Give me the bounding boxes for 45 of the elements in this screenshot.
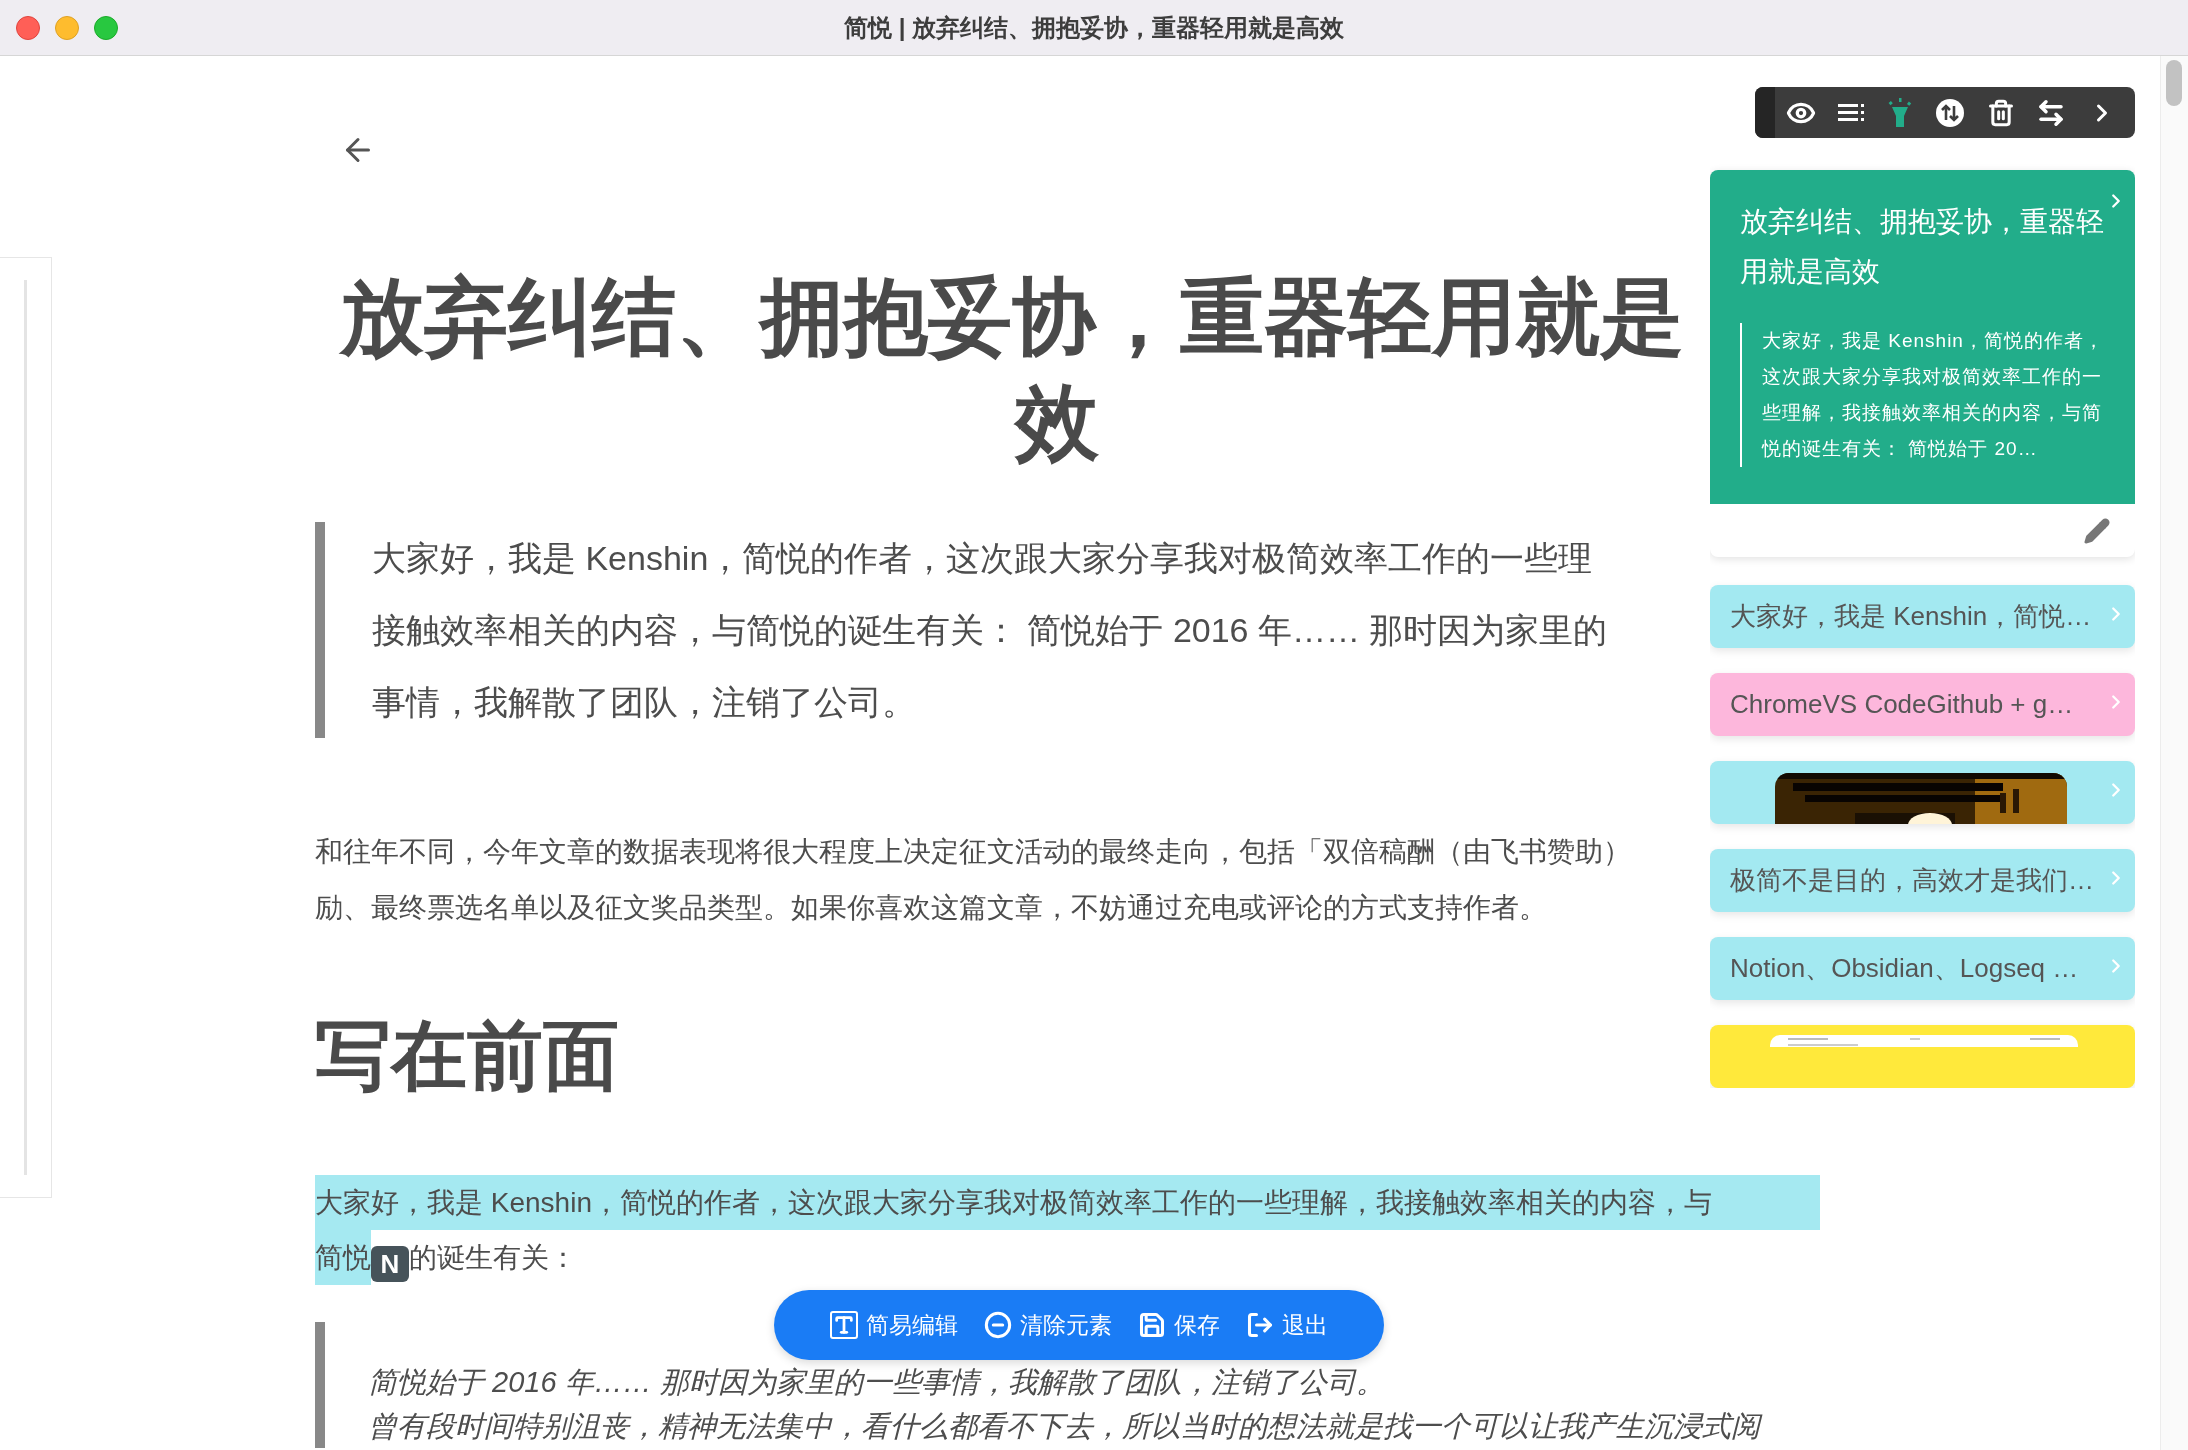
article-title: 效 (1015, 374, 1100, 471)
toolbar-button[interactable]: 清除元素 (984, 1307, 1112, 1343)
highlighted-text: 简悦 (315, 1230, 371, 1285)
note-badge[interactable]: N (371, 1245, 409, 1282)
toolbar-button[interactable]: 退出 (1246, 1307, 1328, 1343)
trash-icon[interactable] (1986, 98, 2015, 127)
flashlight-icon[interactable] (1887, 97, 1914, 128)
text-box-icon (830, 1311, 858, 1339)
up-down-arrows-icon[interactable] (1934, 97, 1965, 128)
quote-text: 简悦始于 2016 年…… 那时因为家里的一些事情，我解散了团队，注销了公司。 (368, 1365, 1386, 1400)
card-text: Notion、Obsidian、Logseq … (1730, 952, 2079, 985)
quote-text: 事情，我解散了团队，注销了公司。 (372, 682, 917, 723)
scrollbar-thumb[interactable] (2166, 60, 2182, 106)
toolbar-button[interactable]: 保存 (1138, 1307, 1220, 1343)
toolbar-handle[interactable] (1755, 87, 1775, 139)
minimize-window-control[interactable] (55, 16, 79, 40)
card-text: ChromeVS CodeGithub + g… (1730, 688, 2074, 721)
section-heading: 写在前面 (315, 1012, 620, 1100)
highlighted-text: 大家好，我是 Kenshin，简悦的作者，这次跟大家分享我对极简效率工作的一些理解，我接触效率相关的内容，与 (315, 1175, 1820, 1230)
exit-icon (1246, 1311, 1274, 1339)
highlight-card[interactable]: Notion、Obsidian、Logseq … (1710, 937, 2135, 1000)
highlight-card[interactable]: 大家好，我是 Kenshin，简悦… (1710, 585, 2135, 648)
paragraph-text: 和往年不同，今年文章的数据表现将很大程度上决定征文活动的最终走向，包括「双倍稿酬（由飞书赞助） (315, 835, 1631, 869)
paragraph-text: 励、最终票选名单以及征文奖品类型。如果你喜欢这篇文章，不妨通过充电或评论的方式支持作者。 (315, 891, 1547, 925)
scrollbar[interactable] (2160, 56, 2188, 1450)
card-title: 放弃纠结、拥抱妥协，重器轻用就是高效 (1740, 205, 2105, 290)
window-title: 简悦 | 放弃纠结、拥抱妥协，重器轻用就是高效 (843, 12, 1345, 43)
card-text: 极简不是目的，高效才是我们… (1730, 864, 2094, 897)
toolbar-button[interactable]: 简易编辑 (830, 1307, 958, 1343)
article-title: 放弃纠结、拥抱妥协，重器轻用就是 (338, 269, 1685, 366)
list-icon[interactable] (1837, 101, 1866, 124)
highlight-card[interactable] (1710, 761, 2135, 824)
quote-text: 大家好，我是 Kenshin，简悦的作者，这次跟大家分享我对极简效率工作的一些理 (372, 538, 1594, 579)
card-text: 大家好，我是 Kenshin，简悦… (1730, 600, 2092, 633)
save-icon (1138, 1311, 1166, 1339)
quote-text: 接触效率相关的内容，与简悦的诞生有关： 简悦始于 2016 年…… 那时因为家里的 (372, 610, 1608, 651)
edit-icon[interactable] (2083, 516, 2111, 545)
close-window-control[interactable] (16, 16, 40, 40)
summary-card[interactable]: 放弃纠结、拥抱妥协，重器轻用就是高效 大家好，我是 Kenshin，简悦的作者，这次跟大家分享我对极简效率工作的一些理解，我接触效率相关的内容，与简悦的诞生有关： 简悦始于 20… (1710, 170, 2135, 557)
highlight-card[interactable]: 极简不是目的，高效才是我们… (1710, 849, 2135, 912)
minus-circle-icon (984, 1311, 1012, 1339)
zoom-window-control[interactable] (94, 16, 118, 40)
highlight-card[interactable]: ChromeVS CodeGithub + g… (1710, 673, 2135, 736)
paragraph-text: 的诞生有关： (409, 1241, 577, 1275)
card-excerpt: 大家好，我是 Kenshin，简悦的作者，这次跟大家分享我对极简效率工作的一些理解，我接触效率相关的内容，与简悦的诞生有关： 简悦始于 20… (1740, 323, 2107, 468)
